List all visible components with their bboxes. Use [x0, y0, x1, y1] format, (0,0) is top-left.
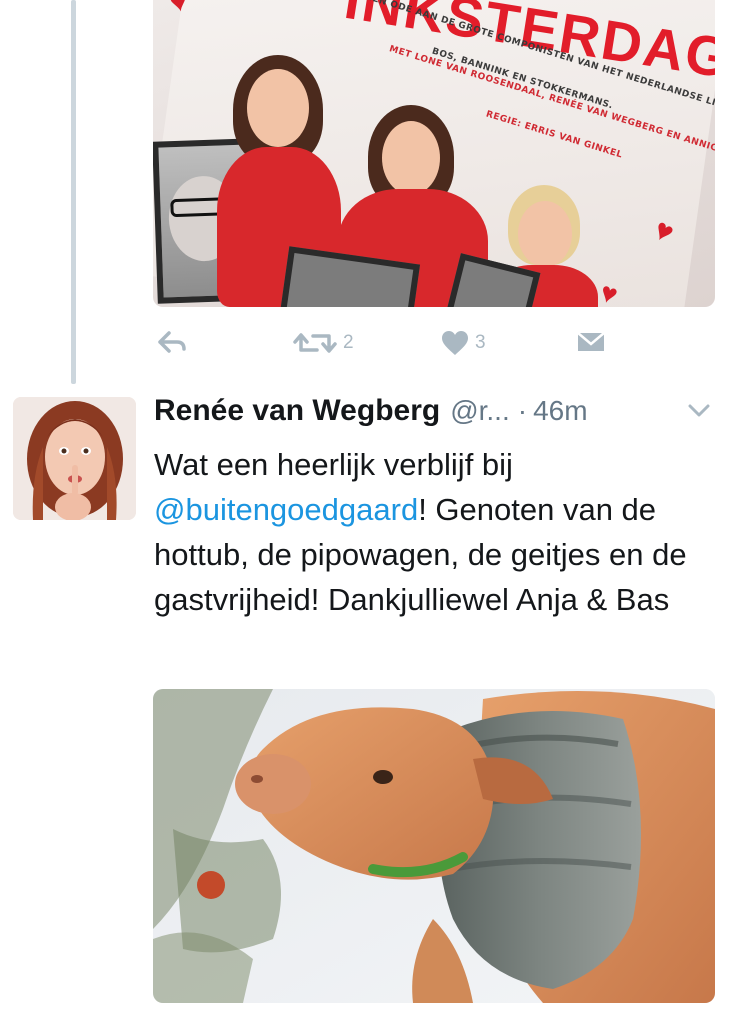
tweet-action-bar: 2 3 — [153, 330, 613, 364]
tweet-options-button[interactable] — [688, 404, 710, 423]
retweet-icon — [293, 333, 337, 353]
user-handle[interactable]: @r... — [450, 395, 510, 427]
tweet-text-part: Wat een heerlijk verblijf bij — [154, 447, 513, 482]
previous-tweet-photo[interactable]: ♥ ♥ ♥ INKSTERDAG EEN ODE AAN DE GROTE CO… — [153, 0, 715, 307]
heart-icon — [442, 331, 468, 355]
avatar[interactable] — [13, 397, 136, 520]
avatar-photo — [13, 397, 136, 520]
goat-photo — [153, 689, 715, 1003]
tweet-timestamp[interactable]: 46m — [533, 395, 587, 427]
like-count: 3 — [475, 332, 486, 353]
direct-message-button[interactable] — [576, 330, 606, 354]
thread-connector-line — [71, 0, 76, 384]
reply-button[interactable] — [157, 330, 187, 354]
retweet-count: 2 — [343, 332, 354, 353]
tweet-header: Renée van Wegberg @r... · 46m — [154, 394, 724, 434]
chevron-down-icon — [688, 404, 710, 417]
heart-decoration-icon: ♥ — [596, 276, 622, 307]
tweet-text: Wat een heerlijk verblijf bij @buitengoe… — [154, 442, 714, 622]
heart-decoration-icon: ♥ — [166, 0, 191, 20]
display-name[interactable]: Renée van Wegberg — [154, 394, 440, 428]
header-separator: · — [517, 395, 528, 426]
like-button[interactable]: 3 — [441, 330, 486, 356]
tweet-photo[interactable] — [153, 689, 715, 1003]
retweet-button[interactable]: 2 — [293, 330, 354, 356]
reply-icon — [158, 331, 186, 353]
envelope-icon — [577, 332, 605, 351]
heart-decoration-icon: ♥ — [648, 212, 680, 251]
mention-link[interactable]: @buitengoedgaard — [154, 492, 418, 527]
